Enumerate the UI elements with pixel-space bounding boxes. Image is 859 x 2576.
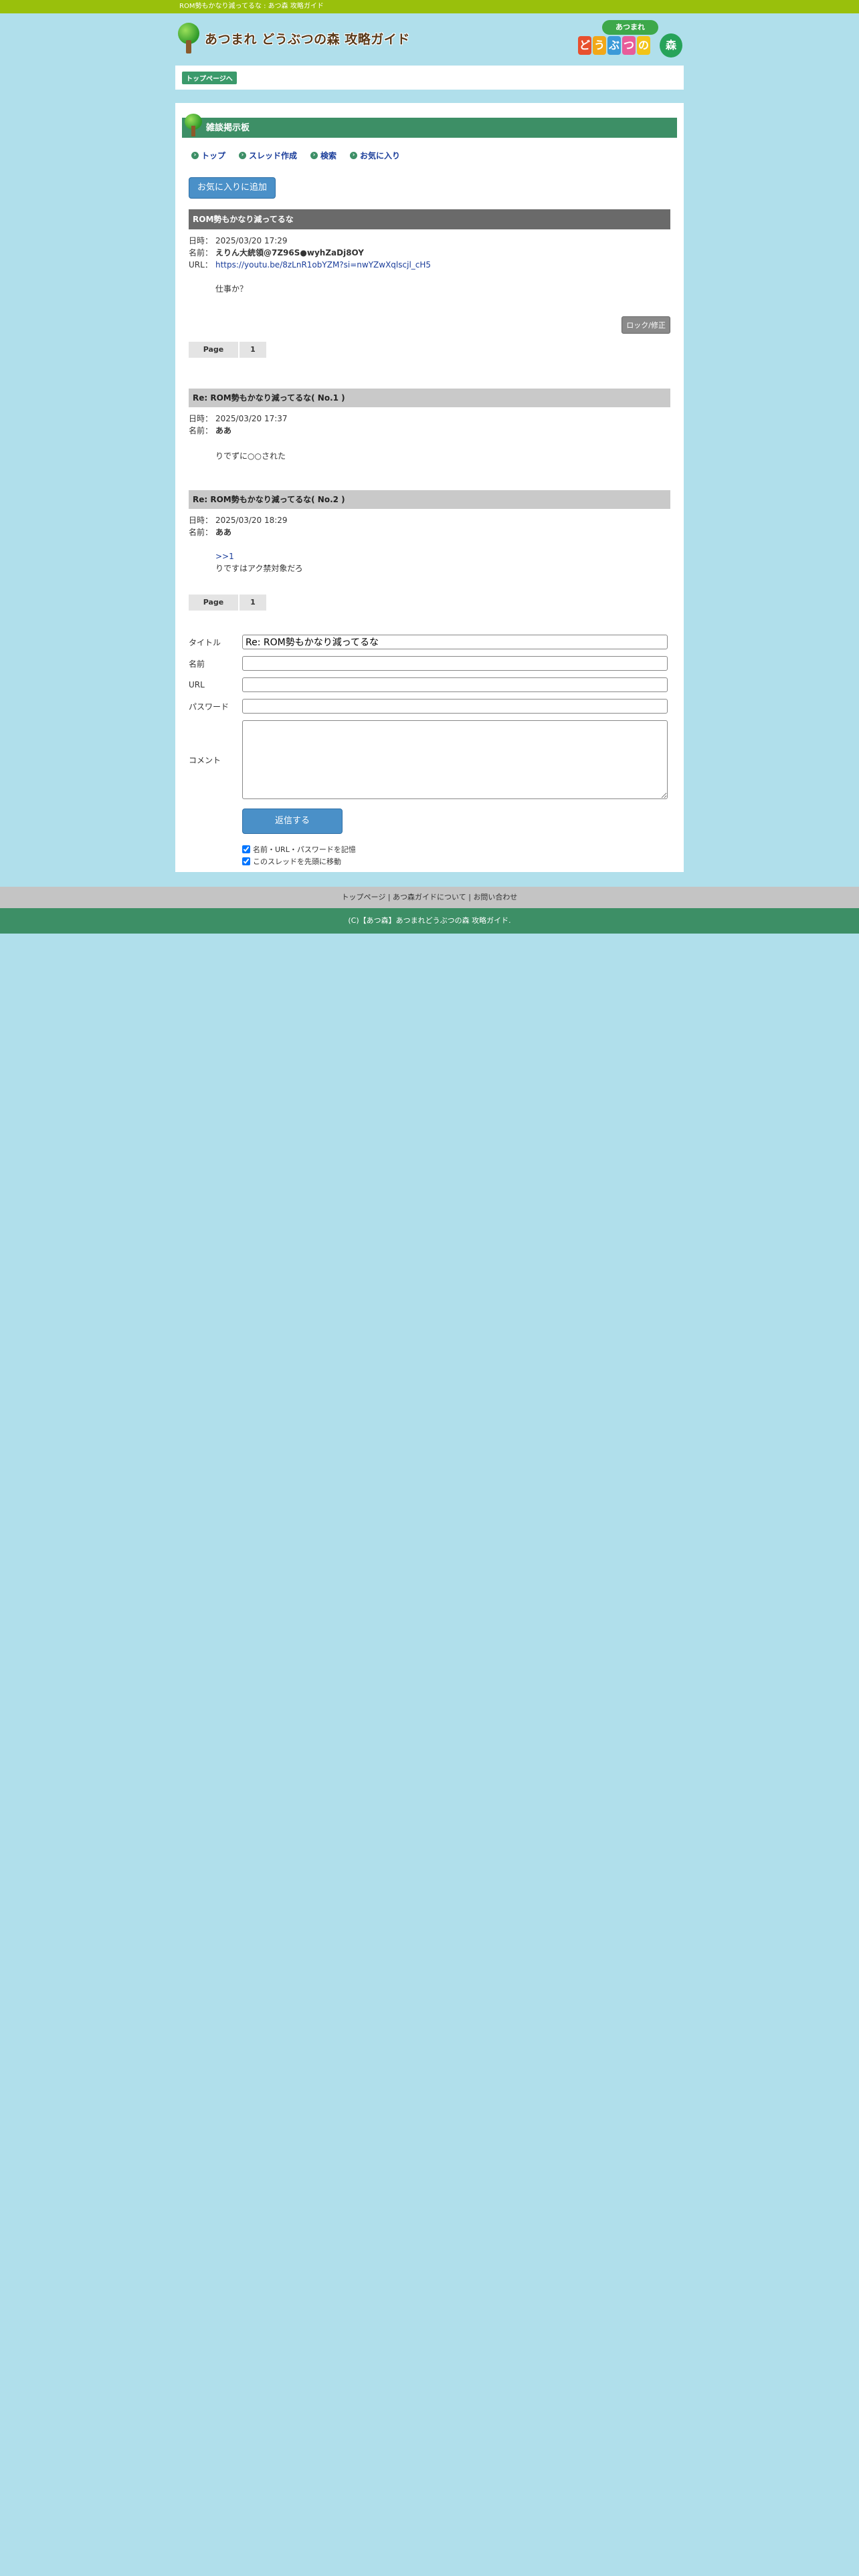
reply-title: Re: ROM勢もかなり減ってるな( No.2 ) (189, 490, 670, 509)
reply-author: ああ (215, 426, 232, 435)
game-logo-tile: う (593, 36, 606, 55)
reply-meta: 日時： 2025/03/20 17:37 名前： ああ (189, 414, 288, 435)
lock-edit-button[interactable]: ロック/修正 (622, 316, 670, 334)
tree-icon (185, 114, 202, 136)
reply-author: ああ (215, 528, 232, 537)
reply-meta: 日時： 2025/03/20 18:29 名前： ああ (189, 516, 288, 537)
board-nav: › トップ › スレッド作成 › 検索 › お気に入り (189, 150, 670, 161)
board-header: 雑談掲示板 (182, 114, 677, 138)
comment-textarea[interactable] (242, 720, 668, 799)
footer-separator: | (387, 893, 391, 901)
name-input[interactable] (242, 656, 668, 671)
pager-label: Page (189, 595, 238, 611)
game-logo-tile: つ (622, 36, 636, 55)
remember-checkbox-row: 名前・URL・パスワードを記憶 (242, 843, 670, 855)
reply-body-line: りですはアク禁対象だろ (215, 564, 303, 573)
game-logo-tile: ぶ (607, 36, 621, 55)
site-title: あつまれ どうぶつの森 攻略ガイド (205, 31, 410, 47)
arrow-circle-icon: › (310, 152, 318, 159)
arrow-circle-icon: › (239, 152, 247, 159)
game-logo-leaf: 森 (660, 33, 682, 58)
footer-separator: | (468, 893, 471, 901)
reply-body: >>1 りですはアク禁対象だろ (215, 550, 670, 574)
site-header: あつまれ どうぶつの森 攻略ガイド あつまれ ど う ぶ つ の 森 (175, 13, 684, 66)
url-input[interactable] (242, 677, 668, 692)
password-input[interactable] (242, 699, 668, 714)
footer-about-link[interactable]: あつ森ガイドについて (393, 893, 466, 901)
nav-search-link[interactable]: › 検索 (310, 150, 337, 161)
move-top-label: このスレッドを先頭に移動 (253, 857, 341, 866)
name-label: 名前 (189, 659, 205, 669)
game-logo-tile: の (637, 36, 650, 55)
nav-create-thread-link[interactable]: › スレッド作成 (239, 150, 297, 161)
site-logo-link[interactable]: あつまれ どうぶつの森 攻略ガイド (177, 23, 410, 53)
pager-page-1[interactable]: 1 (240, 342, 266, 358)
tree-icon (177, 23, 201, 53)
breadcrumb: トップページへ (175, 66, 684, 90)
game-logo-tile: ど (578, 36, 591, 55)
game-logo-tiles: ど う ぶ つ の (578, 36, 650, 55)
arrow-circle-icon: › (191, 152, 199, 159)
footer-top-link[interactable]: トップページ (342, 893, 386, 901)
thread-date: 2025/03/20 17:29 (215, 236, 288, 245)
pager-page-1[interactable]: 1 (240, 595, 266, 611)
breadcrumb-top-link[interactable]: トップページへ (182, 72, 237, 84)
thread-url-link[interactable]: https://youtu.be/8zLnR1obYZM?si=nwYZwXql… (215, 260, 431, 270)
move-top-checkbox[interactable] (242, 857, 250, 865)
top-bar: ROM勢もかなり減ってるな : あつ森 攻略ガイド (0, 0, 859, 13)
reply-body: りでずに○○された (215, 451, 286, 461)
thread-author: えりん大統領@7Z96S●wyhZaDj8OY (215, 248, 365, 257)
url-label: URL (189, 680, 205, 689)
thread-body: 仕事か？ (215, 284, 248, 294)
arrow-circle-icon: › (350, 152, 358, 159)
password-label: パスワード (189, 702, 229, 712)
title-input[interactable] (242, 635, 668, 649)
reply-date: 2025/03/20 17:37 (215, 414, 288, 423)
add-favorite-button[interactable]: お気に入りに追加 (189, 177, 276, 199)
pager-label: Page (189, 342, 238, 358)
move-top-checkbox-row: このスレッドを先頭に移動 (242, 855, 670, 867)
top-bar-text: ROM勢もかなり減ってるな : あつ森 攻略ガイド (179, 3, 324, 10)
footer-copyright: (C)【あつ森】あつまれどうぶつの森 攻略ガイド. (0, 908, 859, 934)
submit-reply-button[interactable]: 返信する (242, 809, 343, 834)
thread-meta: 日時： 2025/03/20 17:29 名前： えりん大統領@7Z96S●wyhZ… (189, 236, 432, 270)
title-label: タイトル (189, 637, 221, 647)
nav-top-link[interactable]: › トップ (191, 150, 225, 161)
reply-title: Re: ROM勢もかなり減ってるな( No.1 ) (189, 389, 670, 407)
pager-bottom: Page 1 (189, 595, 670, 611)
remember-label: 名前・URL・パスワードを記憶 (253, 845, 356, 854)
reply-anchor-link[interactable]: >>1 (215, 552, 234, 561)
board-main: 雑談掲示板 › トップ › スレッド作成 › 検索 › お気に入り お気に入りに追加 R… (175, 103, 684, 872)
page-wrapper: あつまれ どうぶつの森 攻略ガイド あつまれ ど う ぶ つ の 森 トップペー… (175, 13, 684, 872)
comment-label: コメント (189, 755, 221, 765)
nav-favorites-link[interactable]: › お気に入り (350, 150, 400, 161)
reply-form: タイトル 名前 URL パスワード コメント 返信する 名前 (189, 635, 670, 867)
footer-contact-link[interactable]: お問い合わせ (473, 893, 517, 901)
reply-date: 2025/03/20 18:29 (215, 516, 288, 525)
game-logo: あつまれ ど う ぶ つ の 森 (578, 20, 682, 63)
thread-title: ROM勢もかなり減ってるな (189, 209, 670, 229)
board-title: 雑談掲示板 (206, 123, 250, 133)
footer-links: トップページ | あつ森ガイドについて | お問い合わせ (0, 887, 859, 908)
game-logo-top: あつまれ (602, 20, 658, 35)
remember-checkbox[interactable] (242, 845, 250, 853)
pager-top: Page 1 (189, 342, 670, 358)
